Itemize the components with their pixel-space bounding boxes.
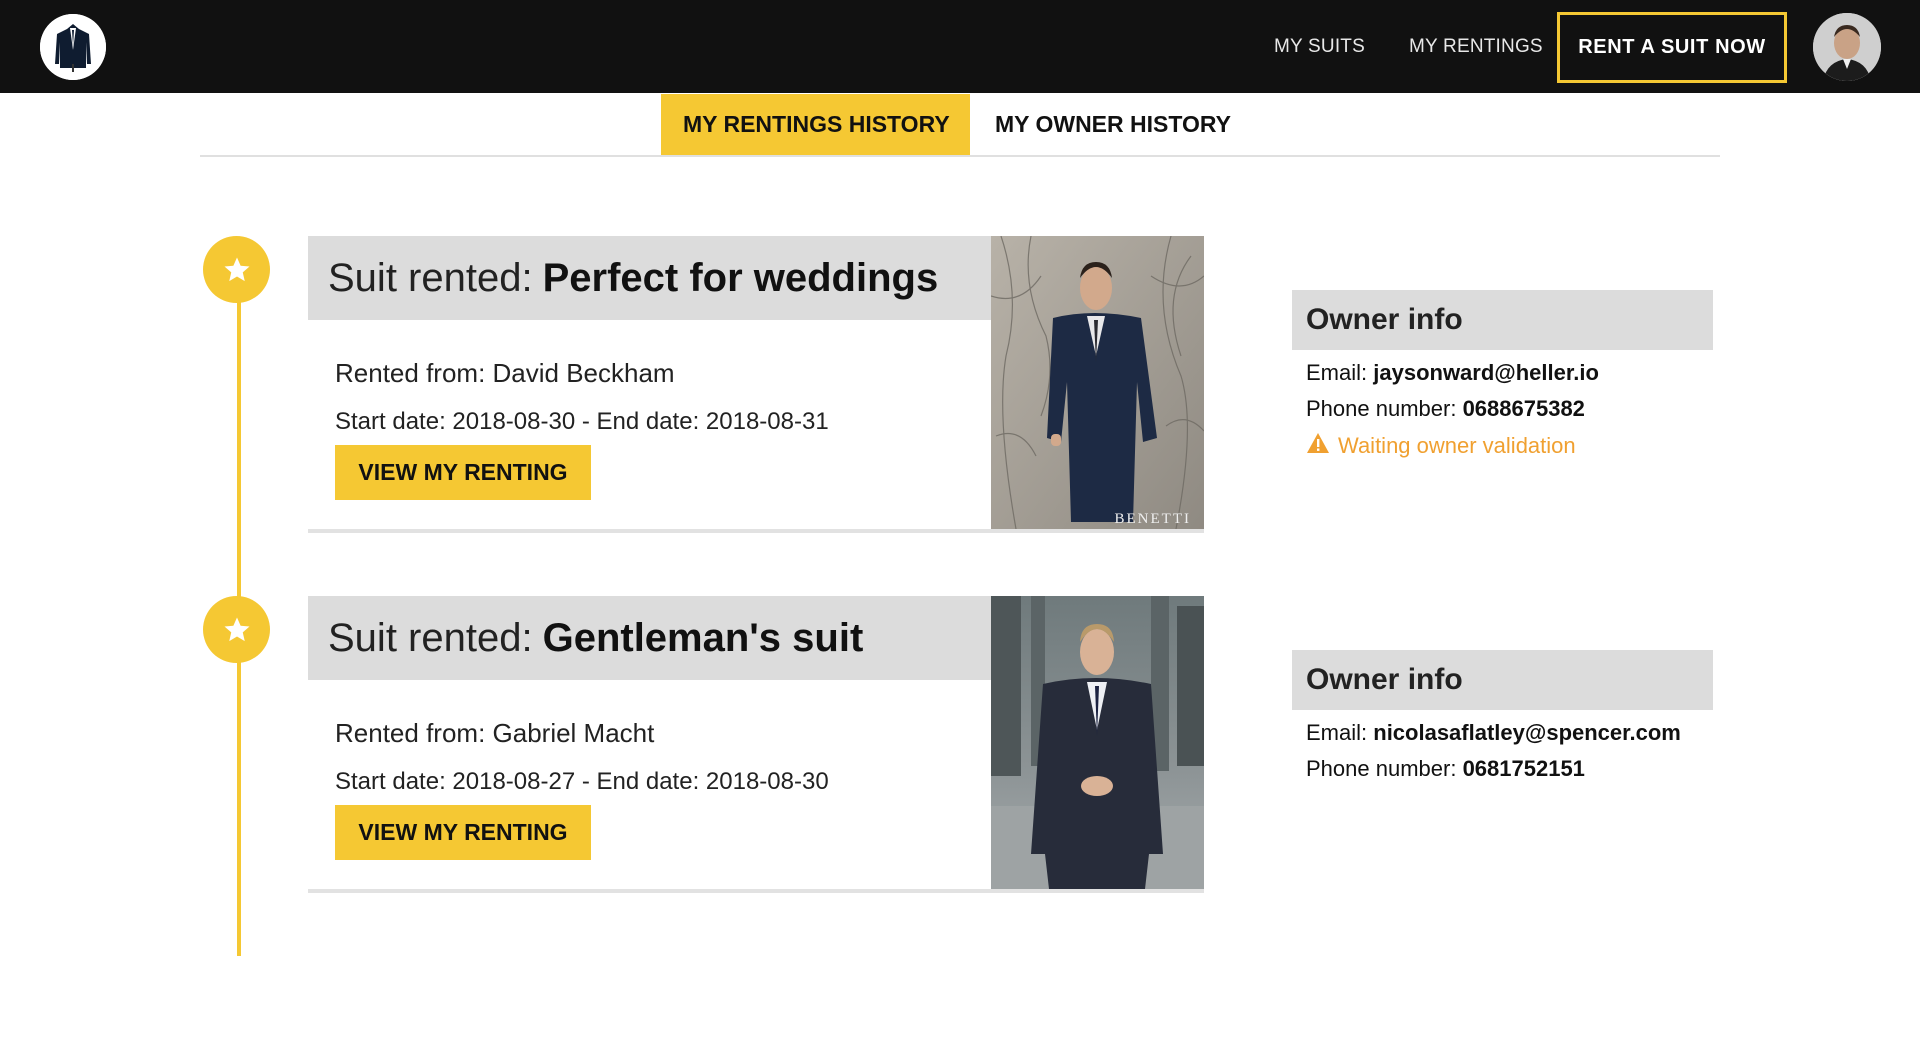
nav-my-rentings-link[interactable]: MY RENTINGS [1409, 36, 1543, 58]
rented-from-text: Rented from: Gabriel Macht [335, 718, 655, 748]
owner-email: Email: jaysonward@heller.io [1306, 360, 1713, 386]
owner-info-heading: Owner info [1292, 290, 1713, 350]
top-navbar: MY SUITS MY RENTINGS RENT A SUIT NOW [0, 0, 1920, 93]
rental-title-prefix: Suit rented: [328, 255, 533, 300]
suit-photo[interactable] [991, 596, 1204, 889]
rental-suit-name: Gentleman's suit [542, 615, 864, 660]
rental-dates-text: Start date: 2018-08-27 - End date: 2018-… [335, 768, 829, 795]
tab-my-owner-history[interactable]: MY OWNER HISTORY [973, 94, 1253, 155]
nav-my-suits-link[interactable]: MY SUITS [1274, 36, 1365, 58]
view-my-renting-button[interactable]: VIEW MY RENTING [335, 805, 591, 860]
card-divider [308, 529, 1204, 533]
rental-card: Suit rented: Gentleman's suit Rented fro… [308, 596, 1204, 893]
user-avatar[interactable] [1813, 13, 1881, 81]
view-my-renting-button[interactable]: VIEW MY RENTING [335, 445, 591, 500]
owner-email-label: Email: [1306, 360, 1368, 385]
suit-logo-icon[interactable] [40, 14, 106, 80]
card-divider [308, 889, 1204, 893]
warning-triangle-icon [1306, 432, 1330, 460]
svg-text:BENETTI: BENETTI [1115, 511, 1191, 527]
owner-phone: Phone number: 0688675382 [1306, 396, 1713, 422]
owner-email: Email: nicolasaflatley@spencer.com [1306, 720, 1713, 746]
owner-info-heading: Owner info [1292, 650, 1713, 710]
rental-card-header: Suit rented: Gentleman's suit [308, 596, 991, 680]
rental-title-prefix: Suit rented: [328, 615, 533, 660]
rental-suit-name: Perfect for weddings [542, 255, 939, 300]
owner-email-value[interactable]: nicolasaflatley@spencer.com [1373, 720, 1681, 745]
rented-from-text: Rented from: David Beckham [335, 358, 675, 388]
owner-info-panel: Owner info Email: nicolasaflatley@spence… [1292, 650, 1713, 782]
validation-status: Waiting owner validation [1306, 432, 1713, 460]
owner-info-panel: Owner info Email: jaysonward@heller.io P… [1292, 290, 1713, 460]
star-icon [203, 596, 270, 663]
owner-email-label: Email: [1306, 720, 1368, 745]
owner-phone-value: 0681752151 [1462, 756, 1585, 781]
rental-dates-text: Start date: 2018-08-30 - End date: 2018-… [335, 408, 829, 435]
owner-phone-label: Phone number: [1306, 396, 1457, 421]
owner-phone: Phone number: 0681752151 [1306, 756, 1713, 782]
suit-photo[interactable]: BENETTI [991, 236, 1204, 529]
validation-status-text: Waiting owner validation [1338, 433, 1576, 458]
rental-card: Suit rented: Perfect for weddings Rented… [308, 236, 1204, 533]
star-icon [203, 236, 270, 303]
owner-phone-label: Phone number: [1306, 756, 1457, 781]
tabs-divider [200, 155, 1720, 157]
owner-phone-value: 0688675382 [1462, 396, 1585, 421]
rental-card-header: Suit rented: Perfect for weddings [308, 236, 991, 320]
tab-my-rentings-history[interactable]: MY RENTINGS HISTORY [661, 94, 970, 155]
owner-email-value[interactable]: jaysonward@heller.io [1373, 360, 1599, 385]
rent-a-suit-now-button[interactable]: RENT A SUIT NOW [1557, 12, 1787, 83]
